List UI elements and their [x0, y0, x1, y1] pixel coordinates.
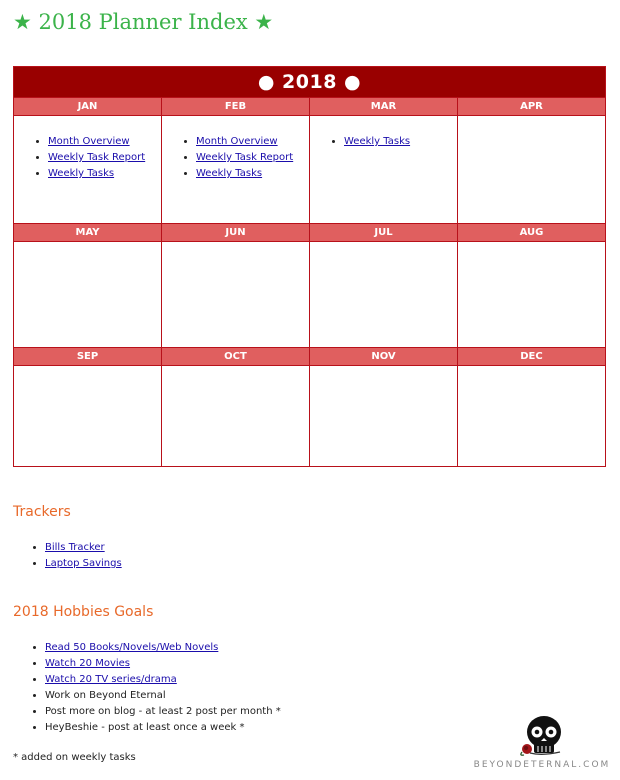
month-header-sep: SEP [13, 347, 162, 366]
month-cell-jun [161, 241, 310, 348]
hobby-link[interactable]: Read 50 Books/Novels/Web Novels [45, 642, 218, 653]
list-item: Post more on blog - at least 2 post per … [45, 704, 281, 720]
month-link[interactable]: Weekly Tasks [196, 168, 262, 179]
month-cell-mar: Weekly Tasks [309, 115, 458, 224]
list-item: Watch 20 Movies [45, 656, 281, 672]
month-header-may: MAY [13, 223, 162, 242]
month-header-jul: JUL [309, 223, 458, 242]
list-item: Month Overview [196, 134, 309, 150]
hobby-text: HeyBeshie - post at least once a week * [45, 722, 245, 733]
month-cell-jan: Month Overview Weekly Task Report Weekly T… [13, 115, 162, 224]
skull-rose-icon [520, 716, 561, 756]
list-item: Read 50 Books/Novels/Web Novels [45, 640, 281, 656]
list-item: Bills Tracker [45, 540, 122, 556]
month-link[interactable]: Month Overview [196, 136, 278, 147]
hobbies-heading: 2018 Hobbies Goals [13, 604, 154, 620]
list-item: Work on Beyond Eternal [45, 688, 281, 704]
list-item: Weekly Task Report [196, 150, 309, 166]
footnote: * added on weekly tasks [13, 752, 136, 763]
month-links-list: Month Overview Weekly Task Report Weekly T… [162, 116, 309, 182]
hobby-text: Post more on blog - at least 2 post per … [45, 706, 281, 717]
list-item: Watch 20 TV series/drama [45, 672, 281, 688]
hobby-link[interactable]: Watch 20 TV series/drama [45, 674, 177, 685]
list-item: Weekly Tasks [344, 134, 457, 150]
list-item: HeyBeshie - post at least once a week * [45, 720, 281, 736]
list-item: Weekly Tasks [48, 166, 161, 182]
hobby-link[interactable]: Watch 20 Movies [45, 658, 130, 669]
list-item: Laptop Savings [45, 556, 122, 572]
month-header-aug: AUG [457, 223, 606, 242]
month-cell-sep [13, 365, 162, 467]
year-header: ● 2018 ● [13, 66, 606, 98]
trackers-list: Bills Tracker Laptop Savings [13, 540, 122, 572]
list-item: Weekly Task Report [48, 150, 161, 166]
month-header-mar: MAR [309, 97, 458, 116]
month-cell-feb: Month Overview Weekly Task Report Weekly T… [161, 115, 310, 224]
month-cell-nov [309, 365, 458, 467]
logo-text: BEYONDETERNAL.COM [473, 760, 611, 770]
site-logo[interactable]: BEYONDETERNAL.COM [472, 714, 612, 776]
month-links-list: Month Overview Weekly Task Report Weekly T… [14, 116, 161, 182]
hobbies-list: Read 50 Books/Novels/Web Novels Watch 20 … [13, 640, 281, 736]
month-link[interactable]: Month Overview [48, 136, 130, 147]
month-header-apr: APR [457, 97, 606, 116]
month-cell-dec [457, 365, 606, 467]
calendar-table: ● 2018 ● JANFEBMARAPR Month Overview Weekl… [13, 66, 606, 467]
month-links-list: Weekly Tasks [310, 116, 457, 150]
month-cell-oct [161, 365, 310, 467]
trackers-heading: Trackers [13, 504, 71, 520]
page-title: ★ 2018 Planner Index ★ [13, 10, 274, 34]
month-header-feb: FEB [161, 97, 310, 116]
month-link[interactable]: Weekly Tasks [344, 136, 410, 147]
month-cell-aug [457, 241, 606, 348]
tracker-link[interactable]: Laptop Savings [45, 558, 122, 569]
month-header-jan: JAN [13, 97, 162, 116]
month-link[interactable]: Weekly Tasks [48, 168, 114, 179]
list-item: Month Overview [48, 134, 161, 150]
month-link[interactable]: Weekly Task Report [196, 152, 293, 163]
month-link[interactable]: Weekly Task Report [48, 152, 145, 163]
month-header-jun: JUN [161, 223, 310, 242]
month-cell-apr [457, 115, 606, 224]
month-cell-may [13, 241, 162, 348]
list-item: Weekly Tasks [196, 166, 309, 182]
hobby-text: Work on Beyond Eternal [45, 690, 166, 701]
tracker-link[interactable]: Bills Tracker [45, 542, 105, 553]
month-header-dec: DEC [457, 347, 606, 366]
month-header-nov: NOV [309, 347, 458, 366]
month-cell-jul [309, 241, 458, 348]
month-header-oct: OCT [161, 347, 310, 366]
